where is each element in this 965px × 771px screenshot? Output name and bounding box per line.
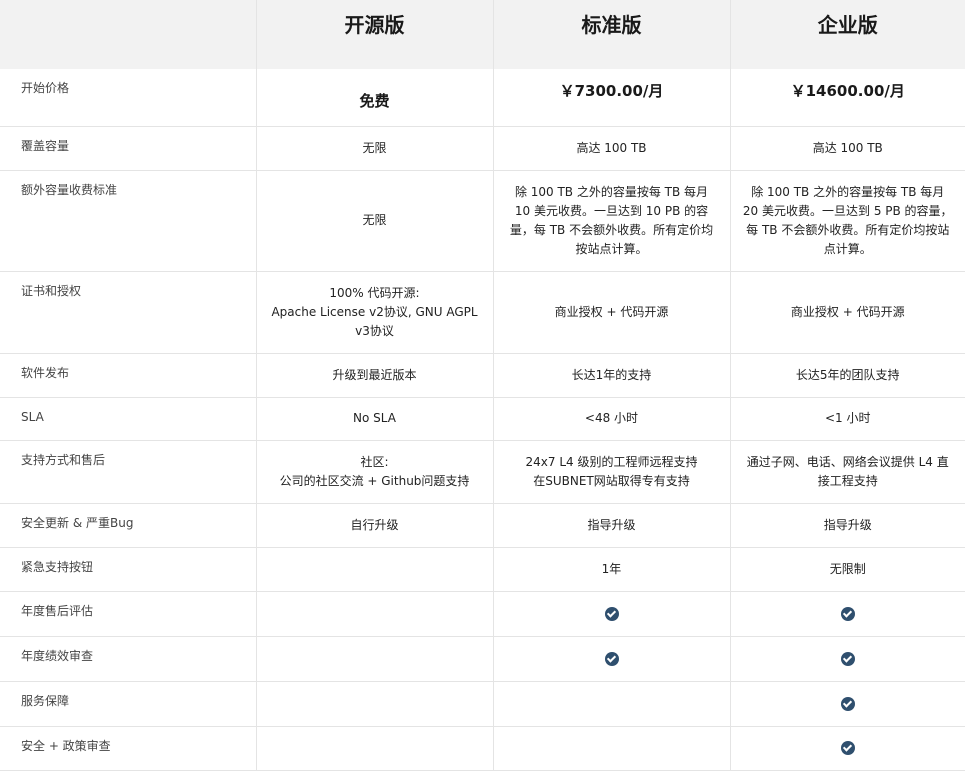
cell-enterprise: 无限制 (729, 547, 965, 592)
row-label: 开始价格 (0, 69, 256, 127)
pricing-comparison-table: 开源版 标准版 企业版 开始价格 免费 ￥7300.00/月 ￥14600.00… (0, 0, 965, 771)
row-label: 覆盖容量 (0, 126, 256, 171)
plan-header-enterprise: 企业版 (729, 0, 965, 69)
cell-standard (492, 726, 730, 771)
cell-standard: 24x7 L4 级别的工程师远程支持 在SUBNET网站取得专有支持 (492, 440, 730, 504)
table-row-capacity: 覆盖容量 无限 高达 100 TB 高达 100 TB (0, 126, 965, 171)
cell-opensource (255, 681, 493, 727)
row-label: 安全 + 政策审查 (0, 726, 256, 771)
cell-standard (492, 636, 730, 682)
table-row-license: 证书和授权 100% 代码开源: Apache License v2协议, GN… (0, 271, 965, 354)
row-label: SLA (0, 397, 256, 441)
cell-standard: <48 小时 (492, 397, 730, 441)
row-label: 年度售后评估 (0, 591, 256, 637)
cell-standard: 高达 100 TB (492, 126, 730, 171)
cell-enterprise: 指导升级 (729, 503, 965, 548)
cell-opensource: 100% 代码开源: Apache License v2协议, GNU AGPL… (255, 271, 493, 354)
cell-opensource: 升级到最近版本 (255, 353, 493, 398)
price-standard: ￥7300.00/月 (492, 69, 730, 127)
cell-opensource (255, 636, 493, 682)
table-row-performance-review: 年度绩效审查 (0, 636, 965, 682)
cell-opensource (255, 547, 493, 592)
cell-enterprise (729, 636, 965, 682)
table-row-annual-review: 年度售后评估 (0, 591, 965, 637)
table-row-starting-price: 开始价格 免费 ￥7300.00/月 ￥14600.00/月 (0, 69, 965, 127)
table-row-support: 支持方式和售后 社区: 公司的社区交流 + Github问题支持 24x7 L4… (0, 440, 965, 504)
cell-enterprise: 商业授权 + 代码开源 (729, 271, 965, 354)
header-blank-cell (0, 0, 256, 69)
cell-enterprise (729, 591, 965, 637)
check-icon (840, 741, 855, 755)
row-label: 紧急支持按钮 (0, 547, 256, 592)
cell-standard: 1年 (492, 547, 730, 592)
check-icon (840, 651, 855, 666)
table-row-security-updates: 安全更新 & 严重Bug 自行升级 指导升级 指导升级 (0, 503, 965, 548)
table-row-security-policy-review: 安全 + 政策审查 (0, 726, 965, 771)
cell-opensource (255, 591, 493, 637)
table-row-sla: SLA No SLA <48 小时 <1 小时 (0, 397, 965, 441)
row-label: 额外容量收费标准 (0, 170, 256, 272)
check-icon (840, 696, 855, 711)
plan-header-opensource: 开源版 (255, 0, 493, 69)
table-row-extra-capacity-fee: 额外容量收费标准 无限 除 100 TB 之外的容量按每 TB 每月 10 美元… (0, 170, 965, 272)
check-icon (604, 651, 619, 666)
cell-enterprise: 长达5年的团队支持 (729, 353, 965, 398)
row-label: 年度绩效审查 (0, 636, 256, 682)
cell-enterprise: 通过子网、电话、网络会议提供 L4 直接工程支持 (729, 440, 965, 504)
cell-opensource: 社区: 公司的社区交流 + Github问题支持 (255, 440, 493, 504)
check-icon (604, 606, 619, 621)
cell-opensource: No SLA (255, 397, 493, 441)
table-row-emergency-button: 紧急支持按钮 1年 无限制 (0, 547, 965, 592)
cell-standard (492, 591, 730, 637)
table-row-software-release: 软件发布 升级到最近版本 长达1年的支持 长达5年的团队支持 (0, 353, 965, 398)
row-label: 软件发布 (0, 353, 256, 398)
row-label: 支持方式和售后 (0, 440, 256, 504)
cell-opensource (255, 726, 493, 771)
check-icon (840, 606, 855, 621)
price-enterprise: ￥14600.00/月 (729, 69, 965, 127)
cell-standard: 指导升级 (492, 503, 730, 548)
table-row-service-guarantee: 服务保障 (0, 681, 965, 727)
cell-enterprise: 除 100 TB 之外的容量按每 TB 每月 20 美元收费。一旦达到 5 PB… (729, 170, 965, 272)
price-opensource: 免费 (255, 69, 493, 127)
cell-opensource: 无限 (255, 126, 493, 171)
row-label: 服务保障 (0, 681, 256, 727)
row-label: 安全更新 & 严重Bug (0, 503, 256, 548)
cell-opensource: 无限 (255, 170, 493, 272)
cell-enterprise (729, 726, 965, 771)
cell-standard (492, 681, 730, 727)
cell-enterprise: 高达 100 TB (729, 126, 965, 171)
cell-standard: 长达1年的支持 (492, 353, 730, 398)
plan-header-standard: 标准版 (492, 0, 730, 69)
plan-header-row: 开源版 标准版 企业版 (0, 0, 965, 69)
cell-enterprise (729, 681, 965, 727)
cell-standard: 除 100 TB 之外的容量按每 TB 每月 10 美元收费。一旦达到 10 P… (492, 170, 730, 272)
cell-standard: 商业授权 + 代码开源 (492, 271, 730, 354)
cell-opensource: 自行升级 (255, 503, 493, 548)
row-label: 证书和授权 (0, 271, 256, 354)
cell-enterprise: <1 小时 (729, 397, 965, 441)
